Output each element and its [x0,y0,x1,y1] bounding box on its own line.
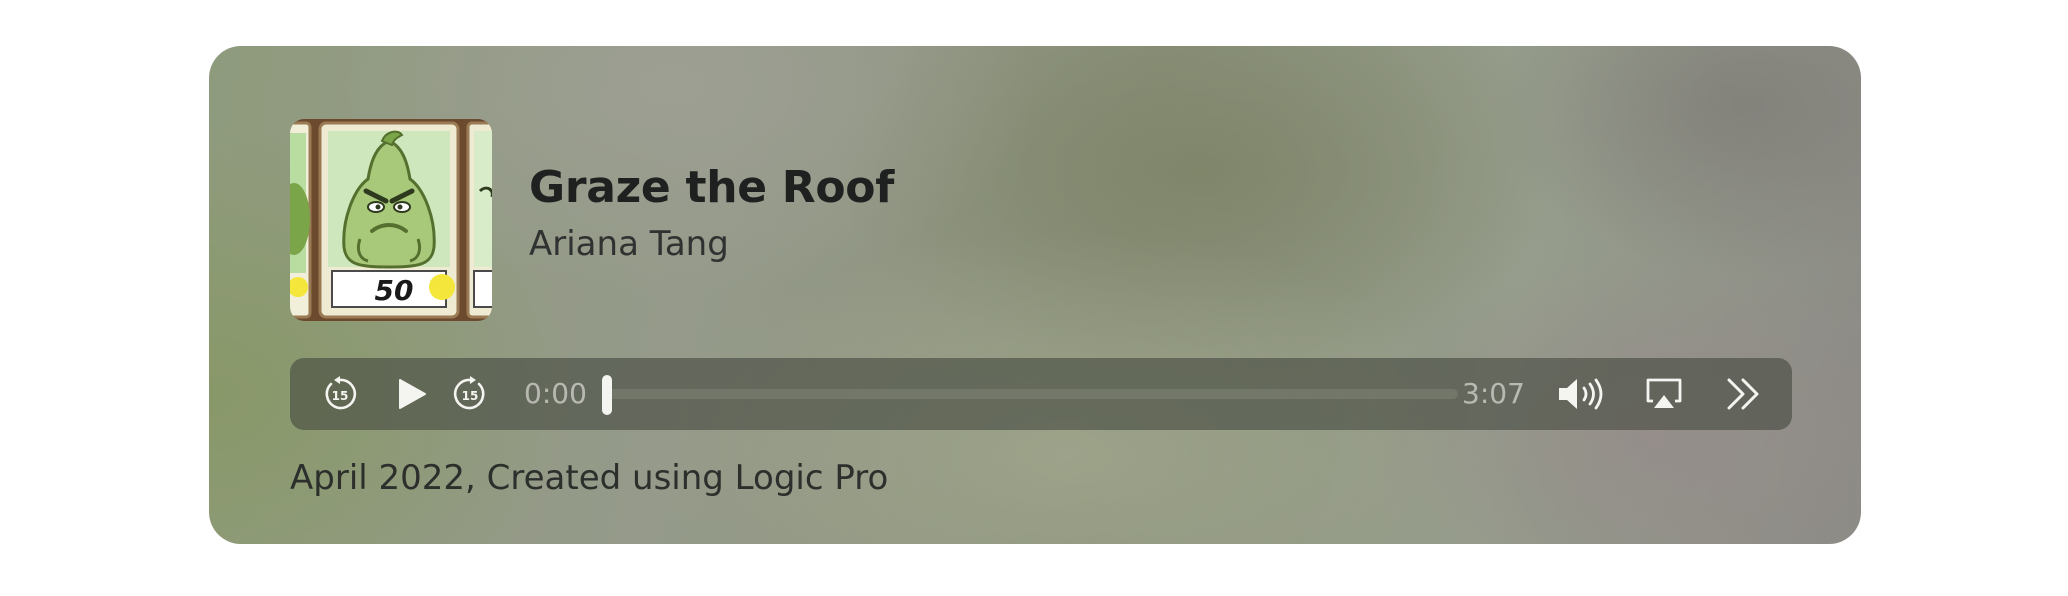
more-button[interactable] [1722,372,1766,416]
skip-back-seconds-label: 15 [332,389,349,403]
skip-forward-15-button[interactable]: 15 [450,374,490,414]
airplay-icon [1646,378,1682,408]
audio-player-card: 50 Graze the Roof Ariana Tang 15 15 0:00… [209,46,1861,544]
airplay-button[interactable] [1642,372,1686,416]
rewind-15-icon: 15 [325,376,357,410]
skip-back-15-button[interactable]: 15 [320,374,360,414]
playback-controls-bar: 15 15 0:00 3:07 [290,358,1792,430]
track-title: Graze the Roof [529,162,895,213]
progress-thumb[interactable] [602,375,612,415]
track-duration: 3:07 [1462,377,1525,410]
skip-forward-seconds-label: 15 [462,389,479,403]
current-time: 0:00 [524,377,587,410]
play-button[interactable] [390,372,434,416]
squash-plant-seed-packet-icon: 50 [290,121,492,319]
track-artist: Ariana Tang [529,224,729,264]
card-cost-label: 50 [375,274,414,307]
track-description: April 2022, Created using Logic Pro [290,458,889,498]
double-chevron-right-icon [1727,378,1759,410]
album-artwork: 50 [290,119,492,321]
speaker-volume-icon [1559,378,1603,410]
progress-slider[interactable] [602,375,1458,415]
play-icon [399,379,426,409]
forward-15-icon: 15 [453,376,485,410]
progress-track [602,389,1458,399]
volume-button[interactable] [1556,372,1610,416]
